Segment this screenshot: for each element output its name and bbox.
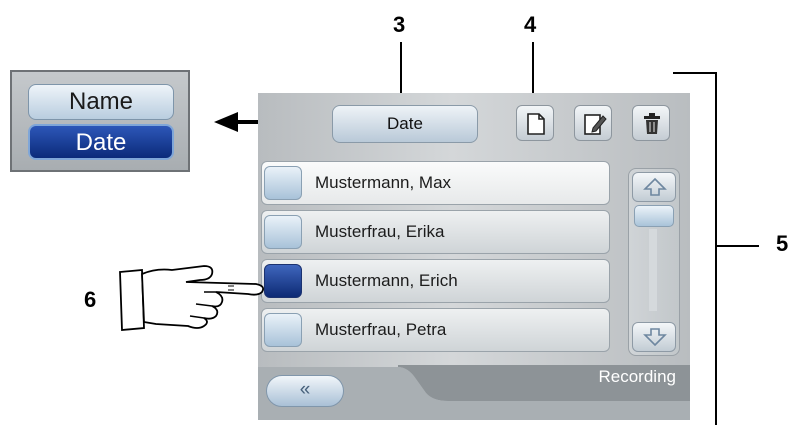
patient-list-screen: Date Mustermann, Max Musterfrau, Erika M…: [258, 93, 690, 420]
patient-name: Mustermann, Max: [315, 173, 452, 192]
callout-6: 6: [84, 287, 97, 312]
edit-patient-button[interactable]: [574, 105, 612, 141]
patient-row[interactable]: Musterfrau, Erika: [261, 210, 610, 254]
sort-by-date-button[interactable]: Date: [28, 124, 174, 160]
patient-row[interactable]: Mustermann, Erich: [261, 259, 610, 303]
trash-icon: [644, 113, 660, 134]
scroll-thumb[interactable]: [634, 205, 674, 227]
sort-by-name-button[interactable]: Name: [28, 84, 174, 120]
patient-name: Musterfrau, Erika: [315, 222, 445, 241]
arrow-down-icon: [643, 328, 667, 347]
bracket-top: [673, 72, 717, 74]
bracket-vertical: [715, 72, 717, 425]
scroll-down-button[interactable]: [632, 322, 676, 352]
pointing-hand-icon: [119, 265, 265, 331]
list-scrollbar[interactable]: [628, 168, 680, 356]
patient-row[interactable]: Mustermann, Max: [261, 161, 610, 205]
patient-select-checkbox[interactable]: [264, 215, 302, 249]
mode-label: Recording: [598, 367, 677, 386]
scroll-track: [649, 229, 657, 311]
edit-icon: [584, 114, 607, 135]
patient-name: Musterfrau, Petra: [315, 320, 447, 339]
scroll-up-button[interactable]: [632, 172, 676, 202]
patient-select-checkbox[interactable]: [264, 166, 302, 200]
patient-select-checkbox[interactable]: [264, 264, 302, 298]
callout-3: 3: [393, 12, 406, 37]
arrow-up-icon: [643, 177, 667, 196]
patient-select-checkbox[interactable]: [264, 313, 302, 347]
new-document-icon: [527, 113, 545, 135]
new-patient-button[interactable]: [516, 105, 554, 141]
delete-patient-button[interactable]: [632, 105, 670, 141]
back-button[interactable]: «: [266, 375, 344, 407]
sort-button[interactable]: Date: [332, 105, 478, 143]
patient-name: Mustermann, Erich: [315, 271, 458, 290]
sort-options-panel: Name Date: [10, 70, 190, 172]
callout-5: 5: [776, 231, 789, 256]
patient-row[interactable]: Musterfrau, Petra: [261, 308, 610, 352]
callout-4: 4: [524, 12, 537, 37]
callout-5-line: [717, 245, 759, 247]
bottom-bar: « Recording: [258, 365, 690, 420]
